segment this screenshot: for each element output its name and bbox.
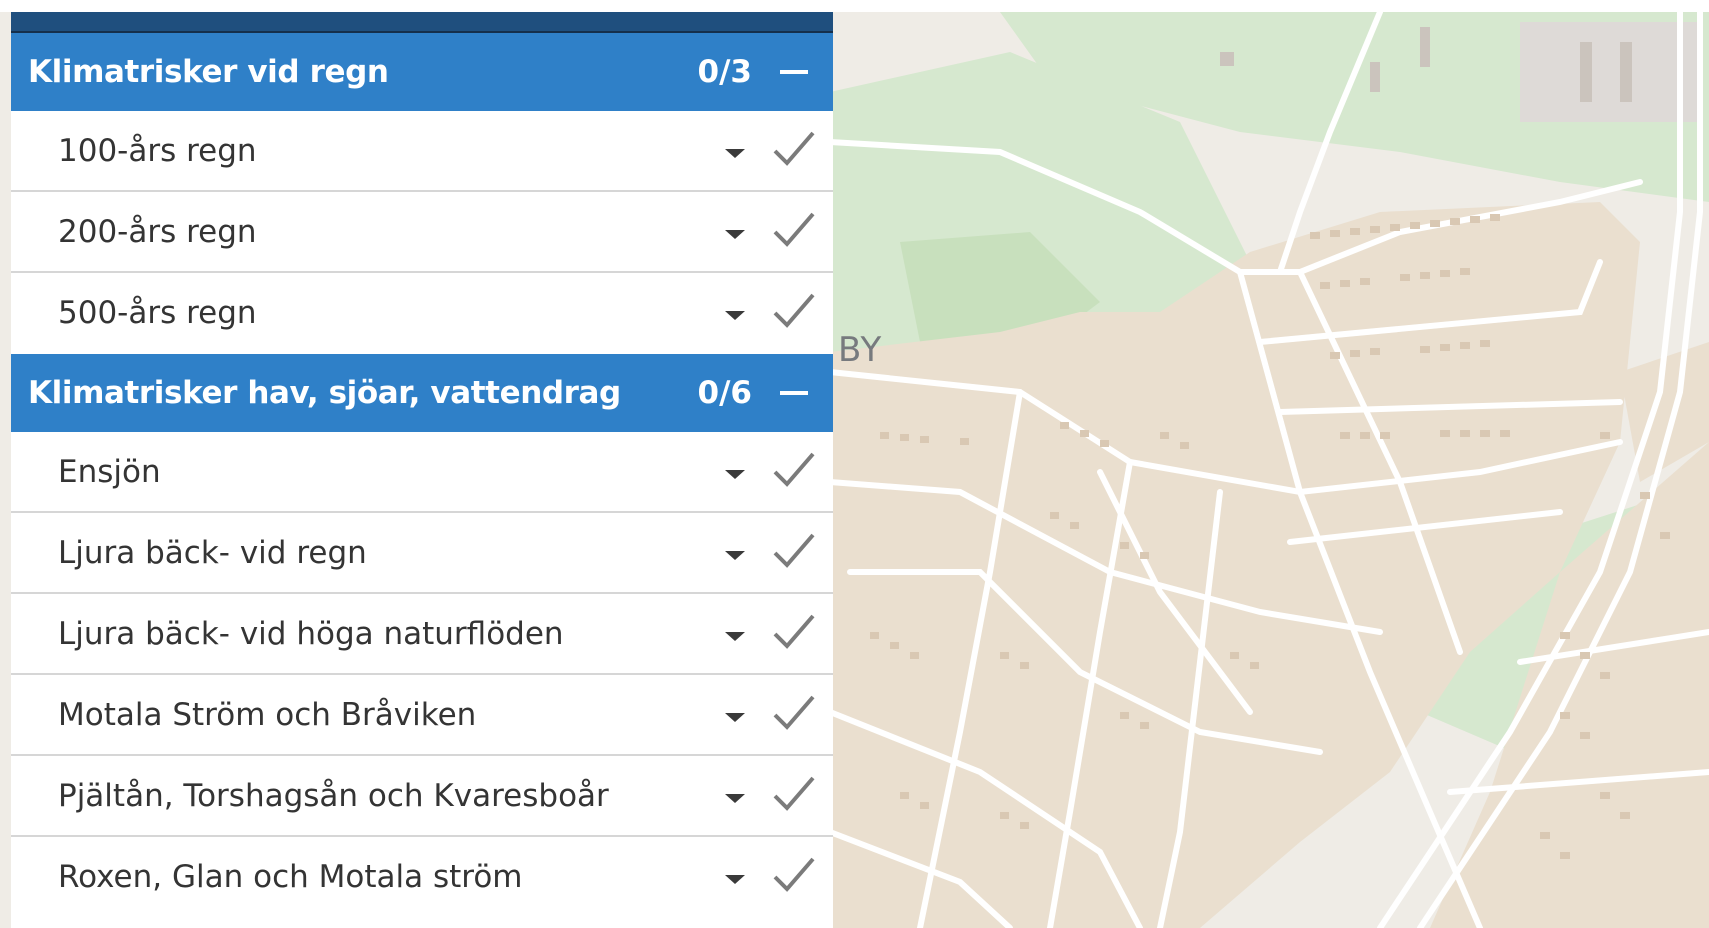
layer-panel: Klimatrisker vid regn 0/3 100-års regn 2… bbox=[11, 12, 833, 928]
chevron-down-icon[interactable] bbox=[725, 230, 745, 239]
panel-top-bar bbox=[11, 12, 833, 33]
app-stage: BY Klimatrisker vid regn 0/3 100-års reg… bbox=[0, 0, 1709, 928]
group-count: 0/6 bbox=[697, 375, 752, 411]
chevron-down-icon[interactable] bbox=[725, 470, 745, 479]
layer-name: Roxen, Glan och Motala ström bbox=[58, 859, 523, 895]
check-icon[interactable] bbox=[769, 689, 819, 739]
layer-row[interactable]: Roxen, Glan och Motala ström bbox=[11, 837, 833, 918]
chevron-down-icon[interactable] bbox=[725, 632, 745, 641]
group-header-water[interactable]: Klimatrisker hav, sjöar, vattendrag 0/6 bbox=[11, 354, 833, 432]
minus-icon[interactable] bbox=[780, 391, 808, 395]
check-icon[interactable] bbox=[769, 608, 819, 658]
layer-name: Ljura bäck- vid regn bbox=[58, 535, 367, 571]
map-place-label: BY bbox=[838, 330, 883, 370]
layer-name: Ljura bäck- vid höga naturflöden bbox=[58, 616, 564, 652]
group-title: Klimatrisker hav, sjöar, vattendrag bbox=[28, 375, 621, 411]
layer-name: Pjältån, Torshagsån och Kvaresboår bbox=[58, 778, 609, 814]
layer-row[interactable]: Ljura bäck- vid höga naturflöden bbox=[11, 594, 833, 675]
layer-name: Motala Ström och Bråviken bbox=[58, 697, 477, 733]
chevron-down-icon[interactable] bbox=[725, 794, 745, 803]
chevron-down-icon[interactable] bbox=[725, 551, 745, 560]
layer-row[interactable]: 100-års regn bbox=[11, 111, 833, 192]
check-icon[interactable] bbox=[769, 851, 819, 901]
check-icon[interactable] bbox=[769, 287, 819, 337]
industrial-area bbox=[1520, 22, 1700, 122]
layer-row[interactable]: Ljura bäck- vid regn bbox=[11, 513, 833, 594]
layer-row[interactable]: Pjältån, Torshagsån och Kvaresboår bbox=[11, 756, 833, 837]
layer-row[interactable]: 500-års regn bbox=[11, 273, 833, 354]
group-header-rain[interactable]: Klimatrisker vid regn 0/3 bbox=[11, 33, 833, 111]
chevron-down-icon[interactable] bbox=[725, 713, 745, 722]
minus-icon[interactable] bbox=[780, 70, 808, 74]
check-icon[interactable] bbox=[769, 770, 819, 820]
group-title: Klimatrisker vid regn bbox=[28, 54, 389, 90]
layer-row[interactable]: 200-års regn bbox=[11, 192, 833, 273]
check-icon[interactable] bbox=[769, 206, 819, 256]
check-icon[interactable] bbox=[769, 125, 819, 175]
layer-name: 500-års regn bbox=[58, 295, 257, 331]
chevron-down-icon[interactable] bbox=[725, 149, 745, 158]
layer-row[interactable]: Ensjön bbox=[11, 432, 833, 513]
layer-name: Ensjön bbox=[58, 454, 161, 490]
layer-row[interactable]: Motala Ström och Bråviken bbox=[11, 675, 833, 756]
chevron-down-icon[interactable] bbox=[725, 311, 745, 320]
chevron-down-icon[interactable] bbox=[725, 875, 745, 884]
check-icon[interactable] bbox=[769, 446, 819, 496]
layer-name: 100-års regn bbox=[58, 133, 257, 169]
layer-name: 200-års regn bbox=[58, 214, 257, 250]
check-icon[interactable] bbox=[769, 527, 819, 577]
group-count: 0/3 bbox=[697, 54, 752, 90]
